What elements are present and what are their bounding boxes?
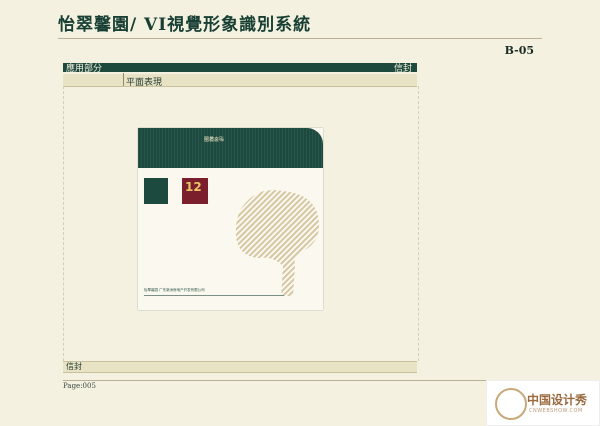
envelope-flap: 怡翠馨園 — [138, 128, 323, 168]
watermark-title: 中国设计秀 — [527, 393, 588, 407]
flap-brand-text: 怡翠馨園 — [204, 135, 225, 141]
sub-divider — [123, 73, 124, 86]
anniversary-logo-icon: 12 — [182, 178, 208, 204]
footer-line — [144, 295, 284, 296]
section-bar — [63, 63, 417, 72]
footer-rule — [63, 380, 537, 381]
section-item: 信封 — [393, 64, 412, 74]
anniversary-number: 12 — [185, 180, 202, 194]
envelope-footer: 怡翠馨园 广东新洲房地产开发有限公司 — [144, 288, 284, 298]
brand-name: 怡翠馨園 — [58, 15, 130, 35]
header-rule — [58, 38, 542, 39]
section-category: 應用部分 — [66, 64, 103, 74]
envelope-footer-text: 怡翠馨园 广东新洲房地产开发有限公司 — [144, 288, 205, 292]
page-number: Page:005 — [63, 382, 96, 390]
watermark: 中国设计秀 CNWEBSHOW.COM — [486, 380, 600, 426]
slash-divider: / — [130, 15, 138, 35]
system-name: VI視覺形象識別系統 — [144, 15, 312, 35]
bottom-bar — [63, 361, 417, 373]
bottom-item-label: 信封 — [66, 362, 82, 371]
envelope-mockup: 怡翠馨園 12 怡翠馨园 广东新洲房地产开发有限公司 — [138, 128, 323, 310]
watermark-logo-icon — [495, 388, 527, 420]
brand-logo-icon — [144, 178, 168, 204]
page-header-title: 怡翠馨園/ VI視覺形象識別系統 — [58, 10, 311, 35]
tree-graphic — [235, 190, 319, 296]
flap-stripes — [138, 128, 323, 168]
watermark-sub: CNWEBSHOW.COM — [529, 408, 583, 414]
page-code: B-05 — [504, 44, 534, 57]
